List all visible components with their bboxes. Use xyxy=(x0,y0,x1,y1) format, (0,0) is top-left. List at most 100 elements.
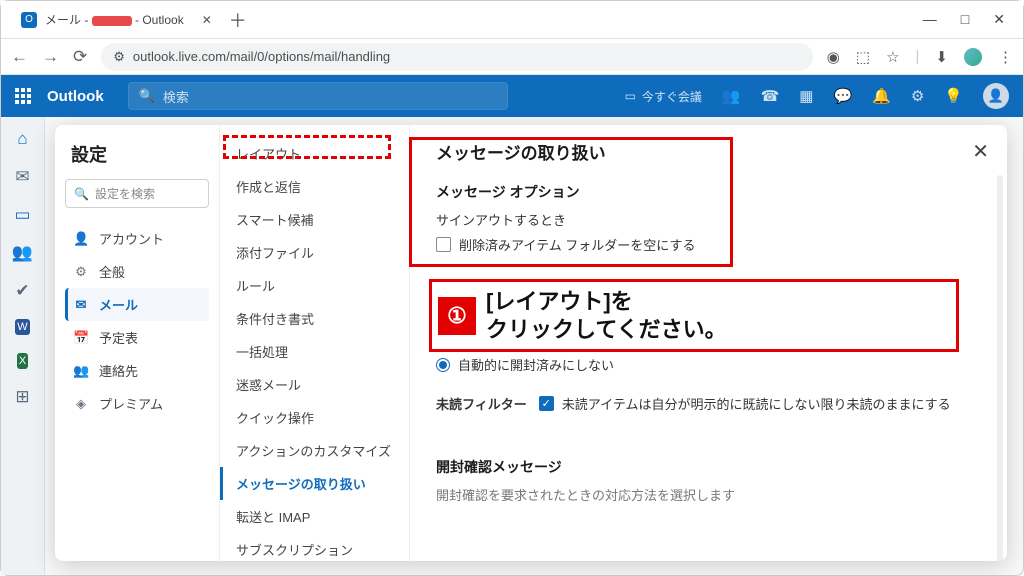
site-settings-icon[interactable]: ⚙ xyxy=(113,49,125,65)
search-input[interactable]: 🔍 検索 xyxy=(128,82,508,110)
checkbox-icon[interactable]: ✓ xyxy=(539,396,554,411)
close-icon[interactable]: ✕ xyxy=(202,13,212,27)
people-rail-icon[interactable]: 👥 xyxy=(12,243,33,263)
settings-category-2[interactable]: ✉メール xyxy=(65,288,209,321)
redacted-name xyxy=(92,16,132,26)
settings-subitem[interactable]: 迷惑メール xyxy=(220,368,409,401)
browser-titlebar: O メール - - Outlook ✕ ＋ — □ ✕ xyxy=(1,1,1023,39)
empty-deleted-checkbox-row[interactable]: 削除済みアイテム フォルダーを空にする xyxy=(436,235,981,254)
eye-icon[interactable]: ◉ xyxy=(827,48,840,66)
settings-category-0[interactable]: 👤アカウント xyxy=(65,222,209,255)
reload-icon[interactable]: ⟳ xyxy=(73,47,87,67)
search-icon: 🔍 xyxy=(139,88,155,104)
radio-icon[interactable] xyxy=(436,308,450,322)
settings-category-3[interactable]: 📅予定表 xyxy=(65,321,209,354)
settings-search-input[interactable]: 🔍 設定を検索 xyxy=(65,179,209,208)
settings-subitem[interactable]: レイアウト xyxy=(220,137,409,170)
scrollbar[interactable] xyxy=(997,175,1003,561)
tab-title-suffix: - Outlook xyxy=(132,13,184,27)
app-rail: ⌂ ✉ ▭ 👥 ✔ W X ⊞ xyxy=(1,117,45,575)
settings-subitem[interactable]: 作成と返信 xyxy=(220,170,409,203)
profile-icon[interactable] xyxy=(964,48,982,66)
video-icon: ▭ xyxy=(625,89,636,103)
brand-name: Outlook xyxy=(47,88,104,105)
settings-category-1[interactable]: ⚙全般 xyxy=(65,255,209,288)
forward-icon[interactable]: → xyxy=(42,47,59,67)
excel-rail-icon[interactable]: X xyxy=(17,353,28,369)
settings-panel: 設定 🔍 設定を検索 👤アカウント⚙全般✉メール📅予定表👥連絡先◈プレミアム レ… xyxy=(55,125,1007,561)
minimize-icon[interactable]: — xyxy=(923,11,937,28)
category-icon: 👥 xyxy=(73,363,89,379)
settings-icon[interactable]: ⚙ xyxy=(911,87,924,105)
section-read-receipts: 開封確認メッセージ xyxy=(436,457,981,477)
mark-read-option-1[interactable]: 表示されたアイテムを開封済みにする xyxy=(436,280,981,299)
phone-icon[interactable]: ☎ xyxy=(761,87,780,105)
section-message-options: メッセージ オプション xyxy=(436,182,981,202)
outlook-favicon-icon: O xyxy=(21,12,37,28)
bookmark-icon[interactable]: ☆ xyxy=(886,48,899,66)
todo-rail-icon[interactable]: ✔ xyxy=(15,281,29,301)
more-apps-icon[interactable]: ⊞ xyxy=(15,387,29,407)
browser-address-bar: ← → ⟳ ⚙ outlook.live.com/mail/0/options/… xyxy=(1,39,1023,75)
tips-icon[interactable]: 💡 xyxy=(944,87,963,105)
url-text: outlook.live.com/mail/0/options/mail/han… xyxy=(133,49,390,64)
radio-icon[interactable] xyxy=(436,333,450,347)
mail-rail-icon[interactable]: ✉ xyxy=(15,167,29,187)
address-input[interactable]: ⚙ outlook.live.com/mail/0/options/mail/h… xyxy=(101,43,813,71)
settings-subitem[interactable]: 添付ファイル xyxy=(220,236,409,269)
extension-icon[interactable]: ⬚ xyxy=(856,48,870,66)
read-receipts-desc: 開封確認を要求されたときの対応方法を選択します xyxy=(436,485,981,504)
settings-subnav-column: レイアウト作成と返信スマート候補添付ファイルルール条件付き書式一括処理迷惑メール… xyxy=(220,125,410,561)
category-icon: ⚙ xyxy=(73,264,89,280)
grid-icon[interactable]: ▦ xyxy=(799,87,813,105)
back-icon[interactable]: ← xyxy=(11,47,28,67)
category-icon: 📅 xyxy=(73,330,89,346)
settings-category-4[interactable]: 👥連絡先 xyxy=(65,354,209,387)
meet-now-button[interactable]: ▭ 今すぐ会議 xyxy=(625,88,702,105)
search-icon: 🔍 xyxy=(74,187,89,201)
menu-icon[interactable]: ⋮ xyxy=(998,48,1013,66)
notifications-icon[interactable]: 🔔 xyxy=(872,87,891,105)
mark-read-option-4[interactable]: 自動的に開封済みにしない xyxy=(436,355,981,374)
new-tab-button[interactable]: ＋ xyxy=(224,6,252,34)
category-icon: ◈ xyxy=(73,396,89,412)
settings-category-column: 設定 🔍 設定を検索 👤アカウント⚙全般✉メール📅予定表👥連絡先◈プレミアム xyxy=(55,125,220,561)
page-title: メッセージの取り扱い xyxy=(436,139,981,164)
word-rail-icon[interactable]: W xyxy=(15,319,29,335)
settings-subitem[interactable]: メッセージの取り扱い xyxy=(220,467,409,500)
calendar-rail-icon[interactable]: ▭ xyxy=(14,205,30,225)
home-icon[interactable]: ⌂ xyxy=(17,129,27,149)
settings-category-5[interactable]: ◈プレミアム xyxy=(65,387,209,420)
category-icon: ✉ xyxy=(73,297,89,313)
settings-subitem[interactable]: 転送と IMAP xyxy=(220,500,409,533)
search-placeholder: 検索 xyxy=(163,87,189,106)
avatar[interactable]: 👤 xyxy=(983,83,1009,109)
mark-read-option-2[interactable]: 表示されたアイテムを 5 秒後に開封済みにする xyxy=(436,305,981,324)
outlook-header: Outlook 🔍 検索 ▭ 今すぐ会議 👥 ☎ ▦ 💬 🔔 ⚙ 💡 👤 xyxy=(1,75,1023,117)
download-icon[interactable]: ⬇ xyxy=(935,48,948,66)
checkbox-icon[interactable] xyxy=(436,237,451,252)
settings-subitem[interactable]: アクションのカスタマイズ xyxy=(220,434,409,467)
mark-read-option-3[interactable]: 別のアイテムを選択したときに開封済みにする xyxy=(436,330,981,349)
tab-title-prefix: メール - xyxy=(45,13,92,27)
app-launcher-icon[interactable] xyxy=(15,88,31,104)
chat-icon[interactable]: 💬 xyxy=(833,87,852,105)
radio-icon[interactable] xyxy=(436,358,450,372)
teams-icon[interactable]: 👥 xyxy=(722,87,741,105)
unread-filter-row[interactable]: 未読フィルター ✓ 未読アイテムは自分が明示的に既読にしない限り未読のままにする xyxy=(436,394,981,413)
settings-subitem[interactable]: ルール xyxy=(220,269,409,302)
close-settings-button[interactable]: ✕ xyxy=(972,139,989,164)
settings-subitem[interactable]: サブスクリプション xyxy=(220,533,409,561)
settings-subitem[interactable]: スマート候補 xyxy=(220,203,409,236)
maximize-icon[interactable]: □ xyxy=(961,11,969,28)
settings-subitem[interactable]: 条件付き書式 xyxy=(220,302,409,335)
browser-tab[interactable]: O メール - - Outlook ✕ xyxy=(9,5,224,34)
settings-subitem[interactable]: 一括処理 xyxy=(220,335,409,368)
window-close-icon[interactable]: ✕ xyxy=(993,11,1005,28)
radio-icon[interactable] xyxy=(436,283,450,297)
settings-content-column: メッセージの取り扱い メッセージ オプション サインアウトするとき 削除済みアイ… xyxy=(410,125,1007,561)
signout-label: サインアウトするとき xyxy=(436,210,981,229)
category-icon: 👤 xyxy=(73,231,89,247)
settings-title: 設定 xyxy=(65,139,209,179)
settings-subitem[interactable]: クイック操作 xyxy=(220,401,409,434)
